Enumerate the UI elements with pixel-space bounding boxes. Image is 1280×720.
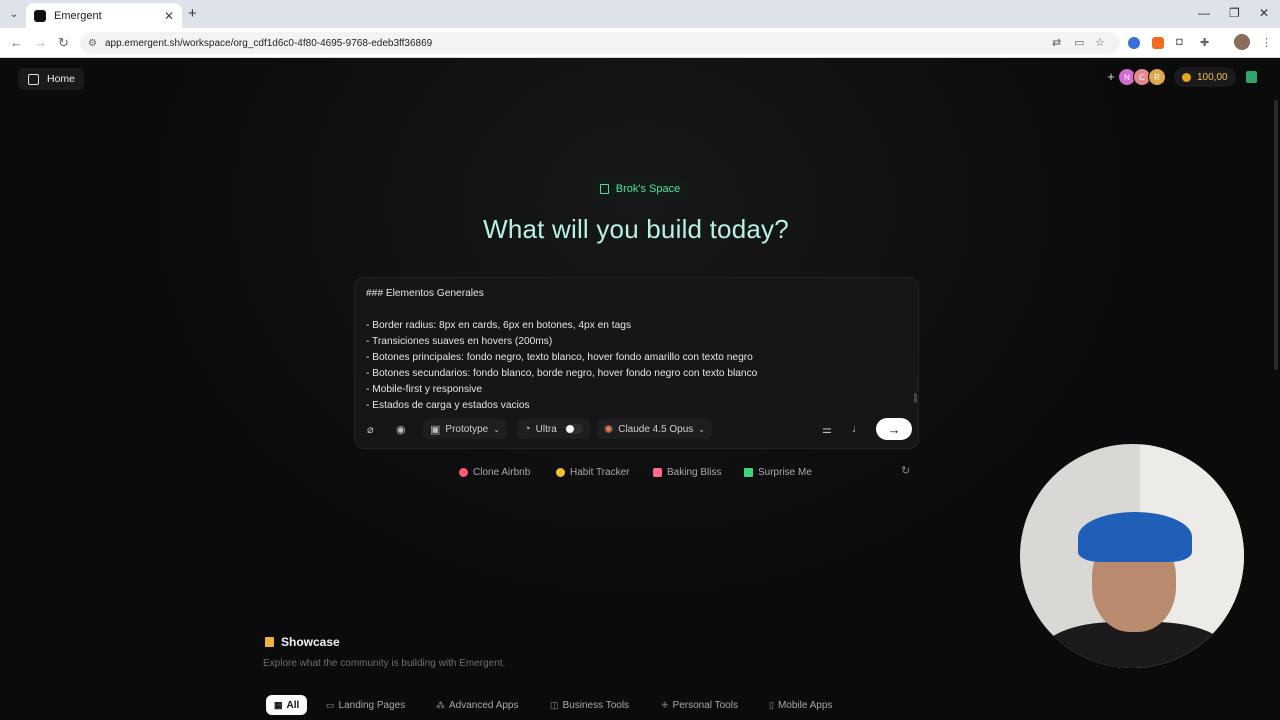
- paperclip-icon: ⌀: [367, 423, 374, 436]
- bookmark-star-icon[interactable]: ☆: [1095, 36, 1105, 49]
- presenter-cap: [1078, 512, 1192, 562]
- ultra-switch[interactable]: [564, 424, 583, 434]
- space-label: Brok's Space: [615, 183, 681, 195]
- address-bar[interactable]: ⚙ app.emergent.sh/workspace/org_cdf1d6c0…: [80, 32, 1120, 54]
- send-button[interactable]: →: [876, 418, 912, 440]
- bookmark-icon: [265, 637, 274, 647]
- webcam-overlay: [1020, 444, 1244, 668]
- chevron-down-icon: ⌄: [493, 424, 500, 434]
- home-button[interactable]: Home: [18, 68, 84, 90]
- briefcase-icon: ◫: [550, 699, 559, 710]
- github-icon: ◉: [396, 423, 406, 436]
- minimize-icon[interactable]: —: [1198, 6, 1210, 20]
- space-chip[interactable]: Brok's Space: [588, 177, 692, 201]
- page-title: What will you build today?: [483, 214, 789, 244]
- prompt-box: ### Elementos Generales - Border radius:…: [354, 277, 919, 449]
- building-icon: [599, 184, 609, 194]
- mode-select[interactable]: ▣ Prototype ⌄: [423, 419, 507, 439]
- coin-icon: [1182, 72, 1191, 82]
- mic-button[interactable]: ♩: [852, 419, 868, 439]
- grid-icon: ▦: [274, 699, 283, 710]
- back-icon[interactable]: ←: [10, 35, 23, 50]
- reload-icon[interactable]: ↻: [58, 35, 69, 51]
- model-label: Claude 4.5 Opus: [618, 423, 694, 435]
- spreadsheet-icon[interactable]: [1246, 71, 1257, 83]
- extension-blue-icon[interactable]: [1128, 37, 1140, 49]
- tools-icon: ⁜: [661, 699, 669, 710]
- window-close-icon[interactable]: ✕: [1259, 6, 1269, 20]
- page-icon: ▭: [326, 699, 335, 710]
- browser-tab[interactable]: Emergent ✕: [26, 3, 182, 28]
- tab-business-tools[interactable]: ◫ Business Tools: [550, 695, 629, 715]
- attach-button[interactable]: ⌀: [367, 419, 379, 439]
- tab-all[interactable]: ▦ All: [266, 695, 308, 715]
- model-select[interactable]: ✺ Claude 4.5 Opus ⌄: [597, 419, 712, 439]
- sparkles-icon: [744, 467, 753, 477]
- tab-close-icon[interactable]: ✕: [164, 9, 174, 23]
- refresh-icon[interactable]: ↻: [901, 464, 910, 477]
- chevron-down-icon: ⌄: [698, 424, 705, 434]
- tab-landing-pages[interactable]: ▭ Landing Pages: [326, 695, 405, 715]
- home-label: Home: [47, 73, 76, 85]
- tab-title: Emergent: [54, 9, 102, 22]
- arrow-right-icon: →: [887, 421, 901, 437]
- cake-icon: [653, 467, 662, 477]
- bulb-icon: [556, 467, 565, 477]
- credits-value: 100,00: [1197, 71, 1228, 83]
- suggestion-chip[interactable]: Baking Bliss: [653, 464, 721, 480]
- apps-icon: ⁂: [436, 699, 445, 710]
- more-menu-icon[interactable]: ⋮: [1261, 36, 1272, 49]
- ultra-label: Ultra: [535, 423, 557, 435]
- airbnb-icon: [459, 467, 468, 477]
- dial-icon: ◔: [524, 423, 531, 435]
- prompt-scrollbar[interactable]: [914, 393, 917, 403]
- extension-orange-icon[interactable]: [1152, 37, 1164, 49]
- avatar[interactable]: R: [1148, 68, 1166, 86]
- site-info-icon[interactable]: ⚙: [88, 38, 97, 49]
- url-text: app.emergent.sh/workspace/org_cdf1d6c0-4…: [104, 37, 433, 49]
- suggestion-chip[interactable]: Surprise Me: [744, 464, 812, 480]
- tab-personal-tools[interactable]: ⁜ Personal Tools: [661, 695, 738, 715]
- browser-tabbar: ⌄ Emergent ✕ + — ❐ ✕: [0, 0, 1280, 28]
- new-tab-icon[interactable]: +: [188, 5, 197, 22]
- car-icon: ▣: [430, 423, 441, 436]
- extensions-puzzle-icon[interactable]: ✚: [1200, 36, 1209, 49]
- sliders-icon: ⚌: [822, 423, 832, 436]
- github-button[interactable]: ◉: [396, 419, 411, 439]
- prompt-textarea[interactable]: ### Elementos Generales - Border radius:…: [366, 286, 906, 411]
- credits-badge[interactable]: 100,00: [1174, 67, 1236, 87]
- tab-search-icon[interactable]: ⌄: [6, 6, 22, 22]
- phone-icon: ▯: [769, 699, 774, 710]
- mode-label: Prototype: [445, 423, 489, 435]
- mic-icon: ♩: [852, 423, 863, 435]
- profile-avatar[interactable]: [1234, 34, 1250, 50]
- translate-icon[interactable]: ⇄: [1052, 36, 1061, 49]
- showcase-heading: Showcase: [265, 634, 340, 650]
- page-scrollbar[interactable]: [1274, 100, 1278, 370]
- restore-icon[interactable]: ❐: [1229, 6, 1240, 20]
- showcase-subtitle: Explore what the community is building w…: [263, 658, 506, 669]
- camera-extension-icon[interactable]: ◘: [1176, 36, 1183, 48]
- sidebar-icon: [28, 73, 39, 85]
- cast-icon[interactable]: ▭: [1074, 36, 1084, 49]
- emergent-app: Home + N C R 100,00 Brok's Space What wi…: [0, 58, 1280, 720]
- suggestion-chip[interactable]: Habit Tracker: [556, 464, 629, 480]
- tab-mobile-apps[interactable]: ▯ Mobile Apps: [769, 695, 832, 715]
- add-member-icon[interactable]: +: [1104, 70, 1118, 84]
- emergent-favicon-icon: [34, 9, 46, 22]
- browser-toolbar: ← → ↻ ⚙ app.emergent.sh/workspace/org_cd…: [0, 28, 1280, 58]
- ultra-toggle[interactable]: ◔ Ultra: [517, 419, 590, 439]
- sparkle-icon: ✺: [604, 423, 614, 436]
- tab-advanced-apps[interactable]: ⁂ Advanced Apps: [436, 695, 519, 715]
- settings-button[interactable]: ⚌: [822, 419, 837, 439]
- forward-icon[interactable]: →: [34, 35, 47, 50]
- suggestion-chip[interactable]: Clone Airbnb: [459, 464, 530, 480]
